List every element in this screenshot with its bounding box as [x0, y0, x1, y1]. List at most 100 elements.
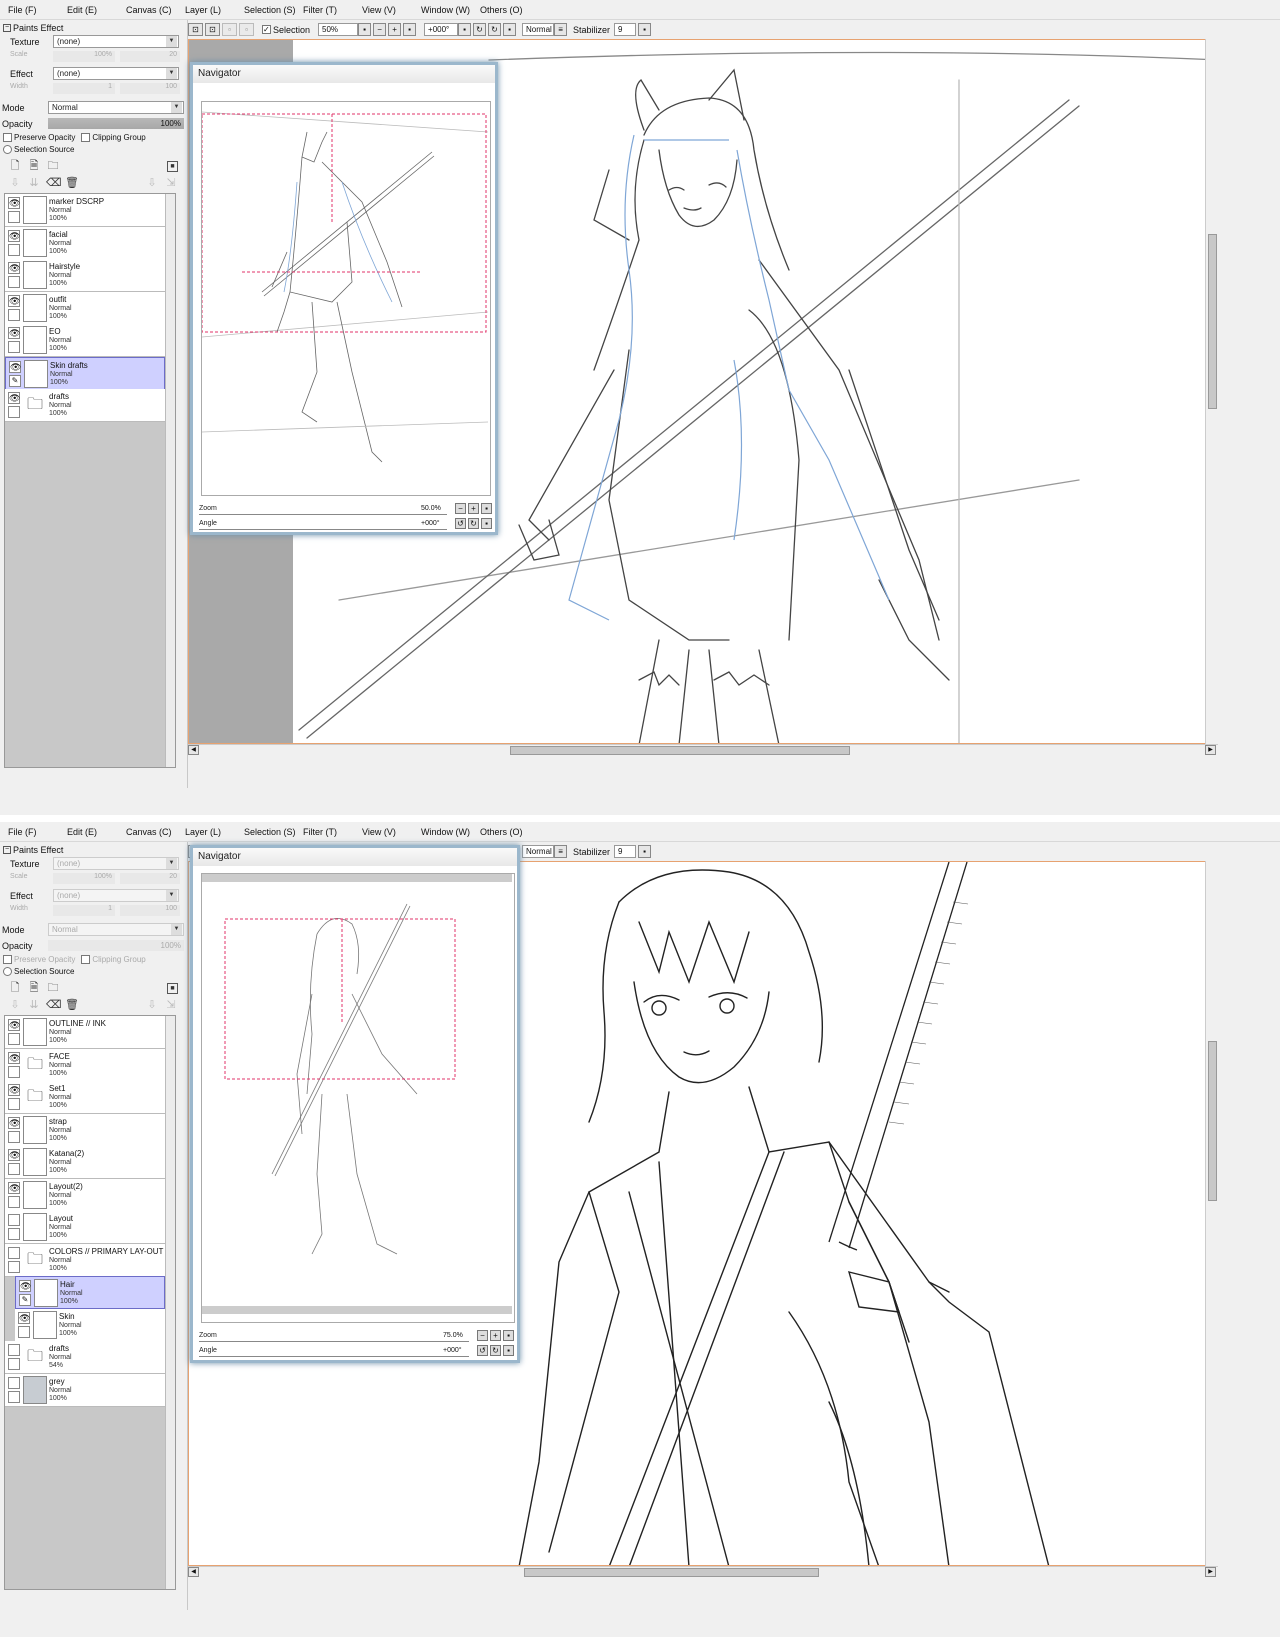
menu-item[interactable]: Window (W)	[421, 827, 480, 837]
zoom-out-icon[interactable]: −	[373, 23, 387, 36]
lock-icon[interactable]	[8, 406, 20, 418]
transfer-down-icon[interactable]: ⇩	[8, 176, 22, 190]
angle-reset-icon[interactable]: ▪	[503, 23, 517, 36]
horizontal-scroll-thumb[interactable]	[510, 746, 850, 755]
blend-mode-select[interactable]: Normal	[522, 23, 555, 36]
nav-rotate-ccw-icon[interactable]: ↺	[477, 1345, 488, 1356]
lock-icon[interactable]	[8, 1065, 20, 1078]
eye-icon[interactable]: 👁	[8, 1116, 20, 1129]
stabilizer-input[interactable]: 9	[614, 845, 637, 858]
new-layer-icon[interactable]: 🗋	[8, 159, 22, 173]
stabilizer-input[interactable]: 9	[614, 23, 637, 36]
layer-row[interactable]: 👁 Skin Normal 100%	[15, 1308, 165, 1342]
width-slider[interactable]: 1	[53, 905, 115, 916]
scroll-left-icon[interactable]: ◀	[188, 1567, 199, 1577]
nav-angle-slider[interactable]	[199, 1356, 469, 1357]
scale-strength[interactable]: 20	[120, 51, 180, 62]
angle-input[interactable]: +000°	[424, 23, 459, 36]
nav-zoom-slider[interactable]	[199, 514, 447, 515]
lock-icon[interactable]	[8, 211, 20, 223]
vertical-scrollbar[interactable]	[1205, 861, 1218, 1566]
layer-list-scrollbar[interactable]	[165, 194, 175, 767]
nav-angle-reset-icon[interactable]: ▪	[503, 1345, 514, 1356]
horizontal-scrollbar[interactable]: ◀ ▶	[188, 744, 1218, 756]
layer-props-icon[interactable]: ⇩	[145, 998, 159, 1012]
menu-item[interactable]: Selection (S)	[244, 827, 303, 837]
new-folder-icon[interactable]: 🗀	[46, 159, 60, 173]
clipping-group-checkbox[interactable]	[81, 955, 91, 964]
effect-select[interactable]: (none)	[53, 67, 179, 80]
texture-select[interactable]: (none)	[53, 857, 179, 870]
preserve-opacity-checkbox[interactable]	[3, 955, 12, 964]
preserve-opacity-checkbox[interactable]	[3, 133, 12, 142]
invert-icon[interactable]: ⊡	[205, 23, 220, 36]
rotate-ccw-icon[interactable]: ↻	[473, 23, 487, 36]
mode-select[interactable]: Normal	[48, 923, 184, 936]
navigator-preview[interactable]	[201, 873, 515, 1323]
nav-zoom-slider[interactable]	[199, 1341, 469, 1342]
navigator-panel[interactable]: Navigator Zoom 50.0% Angle +000° − + ▪ ↺ ↻ ▪	[190, 62, 498, 535]
eye-icon[interactable]	[8, 1246, 20, 1259]
eye-icon[interactable]: 👁	[8, 392, 20, 404]
nav-angle-reset-icon[interactable]: ▪	[481, 518, 492, 529]
layer-row[interactable]: Layout Normal 100%	[5, 1211, 165, 1244]
eye-icon[interactable]: 👁	[19, 1280, 31, 1292]
nav-zoom-out-icon[interactable]: −	[477, 1330, 488, 1341]
navigator-title[interactable]: Navigator	[193, 848, 517, 866]
zoom-input[interactable]: 50%	[318, 23, 359, 36]
layer-extra-icon[interactable]: ⇲	[164, 176, 178, 190]
scale-slider[interactable]: 100%	[53, 873, 115, 884]
show-sel-icon[interactable]: ▫	[222, 23, 237, 36]
layer-row[interactable]: 👁 ✎ Hair Normal 100%	[15, 1276, 165, 1309]
menu-item[interactable]: Edit (E)	[67, 5, 126, 15]
scroll-left-icon[interactable]: ◀	[188, 745, 199, 755]
width-max[interactable]: 100	[120, 905, 180, 916]
clear-layer-icon[interactable]: ⌫	[46, 998, 62, 1012]
menu-item[interactable]: Canvas (C)	[126, 5, 185, 15]
layer-row[interactable]: 👁 🗀 drafts Normal 100%	[5, 389, 165, 422]
menu-item[interactable]: Filter (T)	[303, 5, 362, 15]
paints-effect-header[interactable]: − Paints Effect	[3, 20, 63, 35]
width-slider[interactable]: 1	[53, 83, 115, 94]
eye-icon[interactable]: 👁	[8, 197, 20, 209]
layer-row[interactable]: grey Normal 100%	[5, 1373, 165, 1407]
menu-item[interactable]: View (V)	[362, 5, 421, 15]
zoom-in-icon[interactable]: +	[388, 23, 402, 36]
mode-select[interactable]: Normal	[48, 101, 184, 114]
eye-icon[interactable]: 👁	[8, 1019, 20, 1031]
lock-icon[interactable]	[8, 276, 20, 288]
zoom-reset-icon[interactable]: ▪	[403, 23, 417, 36]
deselect-icon[interactable]: ⊡	[188, 23, 203, 36]
eye-icon[interactable]: 👁	[8, 1051, 20, 1064]
layer-row[interactable]: 👁 strap Normal 100%	[5, 1113, 165, 1147]
lock-icon[interactable]	[8, 1228, 20, 1240]
blend-mode-select[interactable]: Normal	[522, 845, 555, 858]
vertical-scroll-thumb[interactable]	[1208, 1041, 1217, 1201]
layer-menu-icon[interactable]: ■	[167, 982, 178, 994]
nav-angle-slider[interactable]	[199, 529, 447, 530]
pen-lock-icon[interactable]: ✎	[9, 374, 21, 387]
layer-row[interactable]: 👁 Layout(2) Normal 100%	[5, 1178, 165, 1212]
nav-rotate-cw-icon[interactable]: ↻	[468, 518, 479, 529]
selection-checkbox[interactable]: ✓	[262, 25, 271, 34]
navigator-preview[interactable]	[201, 101, 491, 496]
delete-layer-icon[interactable]: 🗑	[65, 998, 79, 1012]
layer-row[interactable]: 👁 marker DSCRP Normal 100%	[5, 194, 165, 227]
menu-item[interactable]: View (V)	[362, 827, 421, 837]
opacity-slider[interactable]: 100%	[48, 940, 184, 951]
menu-item[interactable]: Layer (L)	[185, 5, 244, 15]
delete-layer-icon[interactable]: 🗑	[65, 176, 79, 190]
menu-item[interactable]: Filter (T)	[303, 827, 362, 837]
nav-rotate-cw-icon[interactable]: ↻	[490, 1345, 501, 1356]
lock-icon[interactable]	[8, 308, 20, 321]
menu-item[interactable]: File (F)	[8, 827, 67, 837]
menu-item[interactable]: File (F)	[8, 5, 67, 15]
layer-row[interactable]: 👁 facial Normal 100%	[5, 226, 165, 260]
layer-row[interactable]: 🗀 drafts Normal 54%	[5, 1341, 165, 1374]
menu-item[interactable]: Others (O)	[480, 5, 539, 15]
clipping-group-checkbox[interactable]	[81, 133, 91, 142]
stabilizer-dropdown-icon[interactable]: ▪	[638, 845, 652, 858]
menu-item[interactable]: Edit (E)	[67, 827, 126, 837]
nav-zoom-out-icon[interactable]: −	[455, 503, 466, 514]
lock-icon[interactable]	[18, 1325, 30, 1338]
